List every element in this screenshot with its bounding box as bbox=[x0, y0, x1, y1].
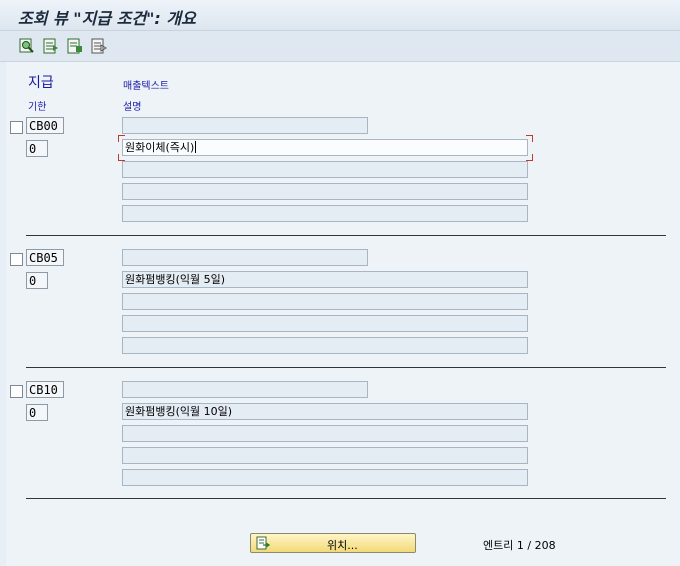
description-field[interactable]: 원화펌뱅킹(익월 10일) bbox=[122, 403, 528, 420]
text-cursor bbox=[195, 141, 197, 153]
row-select-checkbox[interactable] bbox=[10, 121, 23, 134]
description-field[interactable] bbox=[122, 293, 528, 310]
payment-terms-code[interactable]: CB00 bbox=[26, 117, 64, 134]
left-edge bbox=[0, 62, 6, 566]
description-text: 원화이체(즉시) bbox=[125, 141, 195, 154]
position-button[interactable]: 위치... bbox=[250, 533, 416, 553]
description-field[interactable] bbox=[122, 183, 528, 200]
description-field[interactable] bbox=[122, 469, 528, 486]
title-bar: 조회 뷰 "지급 조건": 개요 bbox=[0, 0, 680, 31]
focus-corner bbox=[118, 154, 125, 161]
position-button-label: 위치... bbox=[327, 539, 358, 552]
select-all-icon[interactable] bbox=[42, 37, 60, 55]
row-select-checkbox[interactable] bbox=[10, 385, 23, 398]
entry-label: 엔트리 bbox=[483, 539, 514, 552]
sales-text-field[interactable] bbox=[122, 381, 368, 398]
days-field[interactable]: 0 bbox=[26, 404, 48, 421]
display-find-icon[interactable] bbox=[18, 37, 36, 55]
days-field[interactable]: 0 bbox=[26, 272, 48, 289]
description-field[interactable] bbox=[122, 337, 528, 354]
window-title: 조회 뷰 "지급 조건": 개요 bbox=[18, 9, 196, 28]
description-field[interactable] bbox=[122, 447, 528, 464]
description-field[interactable] bbox=[122, 161, 528, 178]
description-field[interactable]: 원화이체(즉시) bbox=[122, 139, 528, 156]
header-description: 설명 bbox=[123, 102, 142, 113]
row-select-checkbox[interactable] bbox=[10, 253, 23, 266]
content-area bbox=[0, 62, 680, 566]
focus-corner bbox=[526, 154, 533, 161]
select-block-icon[interactable] bbox=[66, 37, 84, 55]
row-separator bbox=[26, 367, 666, 368]
payment-terms-code[interactable]: CB10 bbox=[26, 381, 64, 398]
description-field[interactable]: 원화펌뱅킹(익월 5일) bbox=[122, 271, 528, 288]
application-toolbar bbox=[0, 31, 680, 62]
days-field[interactable]: 0 bbox=[26, 140, 48, 157]
header-payment: 지급 bbox=[28, 75, 54, 91]
header-days: 기한 bbox=[28, 102, 47, 113]
row-separator bbox=[26, 498, 666, 499]
row-separator bbox=[26, 235, 666, 236]
entry-counter: 엔트리 1 / 208 bbox=[483, 537, 556, 553]
sales-text-field[interactable] bbox=[122, 117, 368, 134]
focus-corner bbox=[118, 135, 125, 142]
description-field[interactable] bbox=[122, 315, 528, 332]
position-icon bbox=[256, 536, 271, 550]
entry-value: 1 / 208 bbox=[516, 539, 556, 552]
focus-corner bbox=[526, 135, 533, 142]
deselect-all-icon[interactable] bbox=[90, 37, 108, 55]
payment-terms-code[interactable]: CB05 bbox=[26, 249, 64, 266]
header-sales-text: 매출텍스트 bbox=[123, 81, 169, 92]
description-field[interactable] bbox=[122, 205, 528, 222]
description-field[interactable] bbox=[122, 425, 528, 442]
sales-text-field[interactable] bbox=[122, 249, 368, 266]
